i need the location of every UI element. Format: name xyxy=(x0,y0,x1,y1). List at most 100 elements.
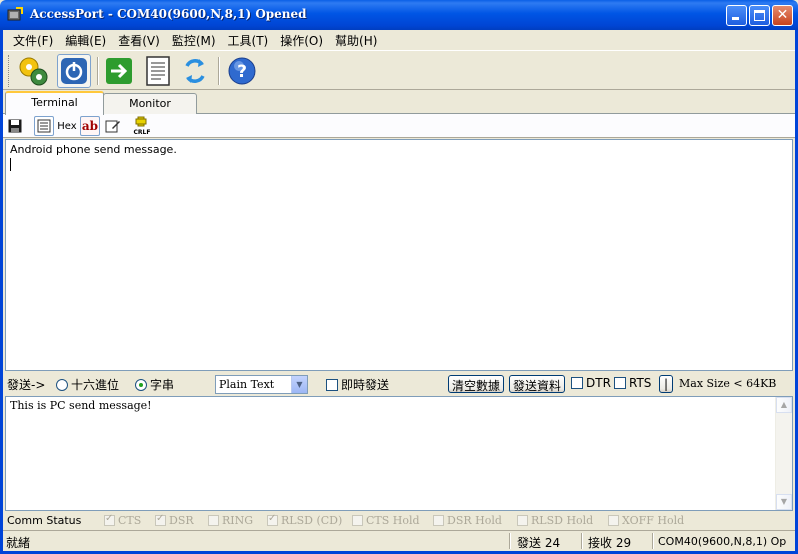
vertical-scrollbar[interactable]: ▲ ▼ xyxy=(775,397,792,510)
checkbox-box xyxy=(608,515,619,526)
checkbox-box xyxy=(326,379,338,391)
flag-label: RING xyxy=(222,514,254,527)
status-ready: 就緒 xyxy=(6,536,31,550)
menu-bar: 文件(F) 編輯(E) 查看(V) 監控(M) 工具(T) 操作(O) 幫助(H… xyxy=(3,30,795,50)
radio-hex[interactable]: 十六進位 xyxy=(56,376,119,393)
hex-toggle-button[interactable]: Hex xyxy=(56,116,78,136)
text-mode-button[interactable]: ab xyxy=(80,116,100,136)
break-button[interactable]: | xyxy=(659,375,673,393)
ab-label: ab xyxy=(81,119,99,133)
main-toolbar: ? xyxy=(3,50,795,90)
green-arrow-icon xyxy=(106,58,132,84)
clear-data-button[interactable]: 清空數據 xyxy=(448,375,505,393)
radio-circle xyxy=(56,379,68,391)
checkbox-box xyxy=(433,515,444,526)
tab-terminal[interactable]: Terminal xyxy=(5,91,104,115)
dtr-checkbox[interactable]: DTR xyxy=(571,376,611,390)
flag-cts-hold: CTS Hold xyxy=(352,514,420,527)
flag-dsr-hold: DSR Hold xyxy=(433,514,502,527)
menu-operate[interactable]: 操作(O) xyxy=(274,32,329,49)
radio-hex-label: 十六進位 xyxy=(71,378,120,392)
save-button[interactable] xyxy=(6,116,24,136)
toolbar-separator xyxy=(97,57,99,85)
checkbox-box xyxy=(614,377,626,389)
flag-label: CTS Hold xyxy=(366,514,420,527)
flag-cts: CTS xyxy=(104,513,141,527)
menu-view[interactable]: 查看(V) xyxy=(112,32,166,49)
pencil-edit-icon xyxy=(105,120,120,133)
menu-tools[interactable]: 工具(T) xyxy=(222,32,275,49)
gear-settings-icon xyxy=(19,57,48,86)
status-separator xyxy=(652,533,654,549)
text-caret xyxy=(10,158,11,171)
scroll-down-icon[interactable]: ▼ xyxy=(776,494,792,510)
max-size-label: Max Size < 64KB xyxy=(679,377,777,390)
send-data-button[interactable]: 發送資料 xyxy=(509,375,566,393)
refresh-icon xyxy=(185,59,205,83)
power-icon xyxy=(61,58,87,84)
rts-label: RTS xyxy=(629,376,652,390)
hex-grid-icon xyxy=(37,119,51,133)
scroll-up-icon[interactable]: ▲ xyxy=(776,397,792,413)
tab-monitor[interactable]: Monitor xyxy=(103,93,197,114)
status-bar: 就緒 發送 24 接收 29 COM40(9600,N,8,1) Op xyxy=(3,530,795,551)
crlf-icon: CRLF xyxy=(134,116,150,136)
toolbar-separator xyxy=(218,57,220,85)
close-icon: ✕ xyxy=(776,7,789,23)
dtr-label: DTR xyxy=(586,376,611,390)
hex-label: Hex xyxy=(57,120,77,132)
minimize-button[interactable] xyxy=(726,5,747,26)
minimize-icon xyxy=(732,17,739,20)
menu-edit[interactable]: 編輯(E) xyxy=(59,32,112,49)
flag-ring: RING xyxy=(208,514,253,527)
flag-label: XOFF Hold xyxy=(622,514,685,527)
power-button[interactable] xyxy=(57,54,91,88)
comm-status-bar: Comm Status CTS DSR RING RLSD (CD) CTS H… xyxy=(3,512,795,530)
send-textarea[interactable]: This is PC send message! ▲ ▼ xyxy=(5,396,793,511)
checkbox-box xyxy=(352,515,363,526)
radio-char[interactable]: 字串 xyxy=(135,376,174,393)
edit-button[interactable] xyxy=(103,116,123,136)
checkbox-box xyxy=(104,513,115,526)
close-button[interactable]: ✕ xyxy=(772,5,793,26)
toolbar-grip[interactable] xyxy=(8,55,11,87)
flag-label: RLSD (CD) xyxy=(281,514,343,527)
status-separator xyxy=(509,533,511,549)
menu-monitor[interactable]: 監控(M) xyxy=(166,32,222,49)
checkbox-box xyxy=(208,515,219,526)
send-arrow-button[interactable] xyxy=(102,54,136,88)
svg-text:?: ? xyxy=(237,62,247,82)
status-received-count: 接收 29 xyxy=(588,536,632,550)
document-button[interactable] xyxy=(141,54,175,88)
document-icon xyxy=(146,56,170,86)
hex-view-button[interactable] xyxy=(34,116,54,136)
menu-file[interactable]: 文件(F) xyxy=(7,32,59,49)
checkbox-box xyxy=(155,513,166,526)
received-text: Android phone send message. xyxy=(10,143,177,156)
flag-rlsd-hold: RLSD Hold xyxy=(517,514,593,527)
radio-circle xyxy=(135,379,147,391)
radio-char-label: 字串 xyxy=(150,378,175,392)
format-selected-value: Plain Text xyxy=(219,378,275,391)
crlf-button[interactable]: CRLF xyxy=(131,116,153,136)
rts-checkbox[interactable]: RTS xyxy=(614,376,651,390)
app-icon xyxy=(7,7,23,21)
help-button[interactable]: ? xyxy=(225,54,259,88)
help-icon: ? xyxy=(228,57,256,85)
realtime-send-checkbox[interactable]: 即時發送 xyxy=(326,376,389,393)
format-select[interactable]: Plain Text ▼ xyxy=(215,375,308,394)
receive-textarea[interactable]: Android phone send message. xyxy=(5,139,793,371)
flag-label: DSR Hold xyxy=(447,514,502,527)
refresh-button[interactable] xyxy=(178,54,212,88)
menu-help[interactable]: 幫助(H) xyxy=(329,32,383,49)
maximize-button[interactable] xyxy=(749,5,770,26)
flag-xoff-hold: XOFF Hold xyxy=(608,514,684,527)
checkbox-box xyxy=(267,513,278,526)
status-separator xyxy=(581,533,583,549)
settings-button[interactable] xyxy=(16,54,50,88)
maximize-icon xyxy=(754,10,765,21)
terminal-toolbar: Hex ab CRLF xyxy=(3,114,795,138)
flag-label: DSR xyxy=(169,514,194,527)
comm-status-label: Comm Status xyxy=(7,514,82,527)
title-bar[interactable]: AccessPort - COM40(9600,N,8,1) Opened ✕ xyxy=(0,0,798,30)
